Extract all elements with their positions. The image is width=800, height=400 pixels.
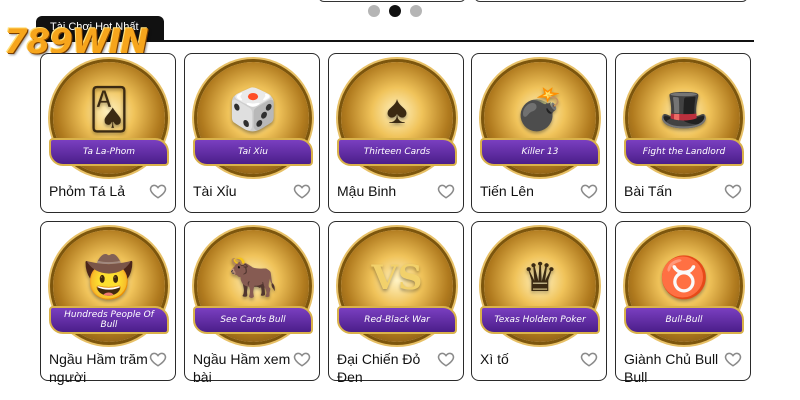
bomb-icon: 💣 [515, 88, 565, 132]
game-icon: 🎲 Tai Xiu [193, 60, 313, 180]
game-title[interactable]: Xì tố [480, 350, 584, 368]
game-banner: Killer 13 [480, 138, 600, 166]
heart-icon[interactable] [293, 182, 311, 200]
game-title[interactable]: Mậu Binh [337, 182, 441, 200]
heart-icon[interactable] [293, 350, 311, 368]
game-title[interactable]: Tài Xỉu [193, 182, 297, 200]
game-title[interactable]: Giành Chủ Bull Bull [624, 350, 728, 386]
golden-bull-icon: ♉ [659, 256, 709, 300]
game-banner: Red-Black War [337, 306, 457, 334]
game-icon: 🐂 See Cards Bull [193, 228, 313, 348]
game-card[interactable]: 🂡 Ta La-Phom Phỏm Tá Lả [40, 53, 176, 213]
revolver-icon: ♠ [386, 88, 408, 132]
game-banner: Bull-Bull [624, 306, 744, 334]
game-icon: ♠ Thirteen Cards [337, 60, 457, 180]
game-card[interactable]: ♠ Thirteen Cards Mậu Binh [328, 53, 464, 213]
game-banner: Texas Holdem Poker [480, 306, 600, 334]
game-icon: ♉ Bull-Bull [624, 228, 744, 348]
game-card[interactable]: 🐂 See Cards Bull Ngầu Hầm xem bài [184, 221, 320, 385]
carousel-dot[interactable] [368, 5, 380, 17]
game-card[interactable]: ♛ Texas Holdem Poker Xì tố [471, 221, 607, 381]
landlord-icon: 🎩 [659, 88, 709, 132]
heart-icon[interactable] [437, 182, 455, 200]
game-icon: 🂡 Ta La-Phom [49, 60, 169, 180]
game-icon: ♛ Texas Holdem Poker [480, 228, 600, 348]
game-title[interactable]: Ngầu Hầm xem bài [193, 350, 297, 386]
crown-icon: ♛ [522, 256, 558, 300]
dice-cup-icon: 🎲 [228, 88, 278, 132]
heart-icon[interactable] [437, 350, 455, 368]
game-card[interactable]: 🤠 Hundreds People Of Bull Ngầu Hầm trăm … [40, 221, 176, 385]
game-title[interactable]: Phỏm Tá Lả [49, 182, 153, 200]
heart-icon[interactable] [149, 182, 167, 200]
heart-icon[interactable] [724, 182, 742, 200]
versus-cards-icon: VS [371, 258, 423, 298]
game-icon: VS Red-Black War [337, 228, 457, 348]
heart-icon[interactable] [724, 350, 742, 368]
game-card[interactable]: ♉ Bull-Bull Giành Chủ Bull Bull [615, 221, 751, 385]
game-card[interactable]: 🎩 Fight the Landlord Bài Tấn [615, 53, 751, 213]
game-banner: Ta La-Phom [49, 138, 169, 166]
game-title[interactable]: Đại Chiến Đỏ Đen [337, 350, 441, 386]
heart-icon[interactable] [149, 350, 167, 368]
game-icon: 💣 Killer 13 [480, 60, 600, 180]
cards-icon: 🂡 [88, 88, 130, 132]
game-icon: 🤠 Hundreds People Of Bull [49, 228, 169, 348]
game-banner: See Cards Bull [193, 306, 313, 334]
game-banner: Fight the Landlord [624, 138, 744, 166]
heart-icon[interactable] [580, 350, 598, 368]
cowboy-hat-icon: 🤠 [84, 256, 134, 300]
heart-icon[interactable] [580, 182, 598, 200]
game-card[interactable]: 💣 Killer 13 Tiến Lên [471, 53, 607, 213]
game-banner: Thirteen Cards [337, 138, 457, 166]
carousel-dot-active[interactable] [389, 5, 401, 17]
game-title[interactable]: Tiến Lên [480, 182, 584, 200]
carousel-card-left[interactable] [318, 0, 466, 2]
game-title[interactable]: Ngầu Hầm trăm người [49, 350, 153, 386]
game-card[interactable]: VS Red-Black War Đại Chiến Đỏ Đen [328, 221, 464, 385]
carousel-card-right[interactable] [474, 0, 748, 2]
game-card[interactable]: 🎲 Tai Xiu Tài Xỉu [184, 53, 320, 213]
game-title[interactable]: Bài Tấn [624, 182, 728, 200]
game-banner: Tai Xiu [193, 138, 313, 166]
carousel-dots [368, 5, 422, 17]
game-icon: 🎩 Fight the Landlord [624, 60, 744, 180]
bull-mascot-icon: 🐂 [228, 256, 278, 300]
game-banner: Hundreds People Of Bull [49, 306, 169, 334]
carousel-dot[interactable] [410, 5, 422, 17]
